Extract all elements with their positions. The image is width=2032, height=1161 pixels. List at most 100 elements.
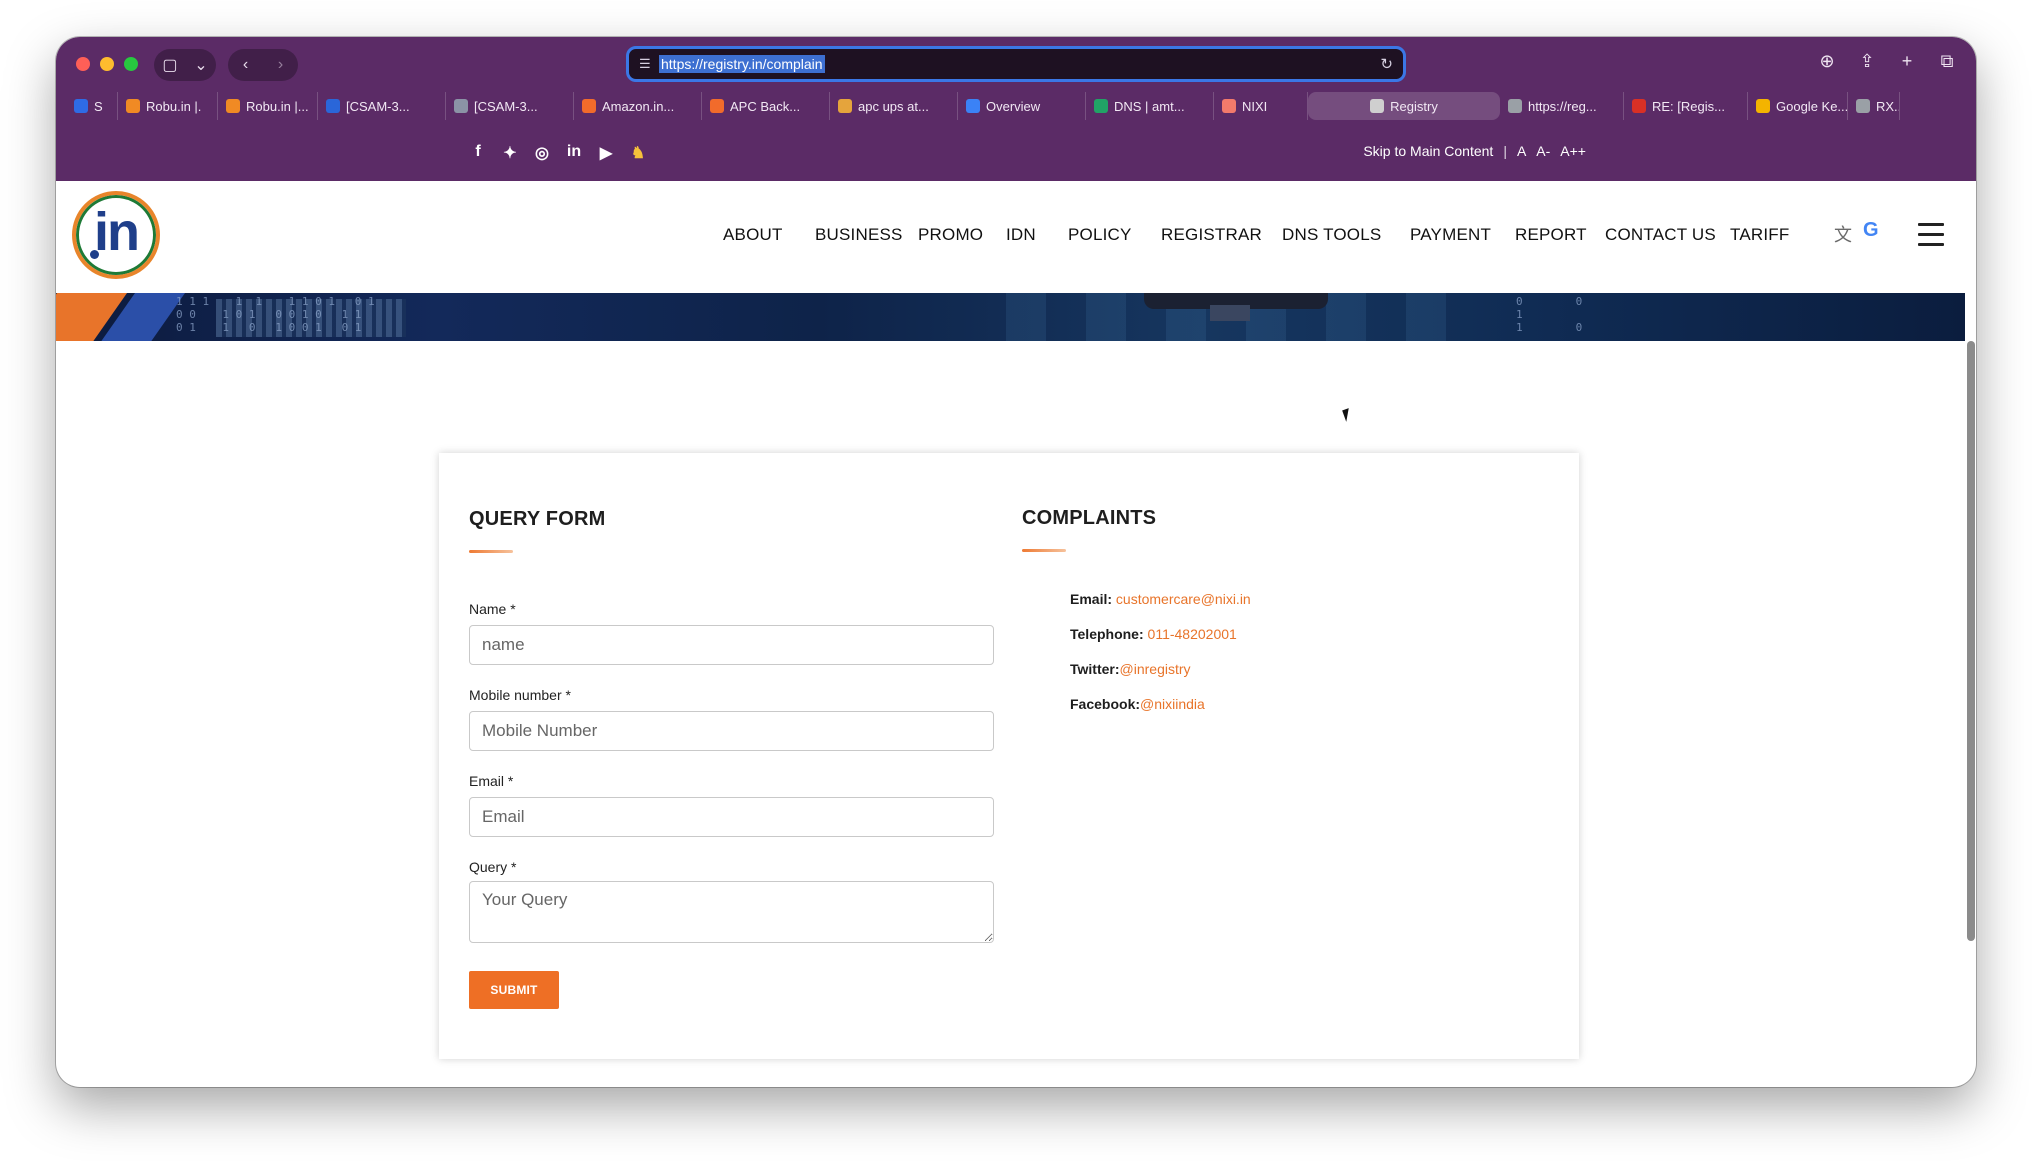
nav-about[interactable]: ABOUT <box>723 225 783 245</box>
forward-button[interactable]: › <box>278 56 283 74</box>
chevron-down-icon: ⌄ <box>194 57 208 74</box>
downloads-icon[interactable]: ⊕ <box>1816 51 1838 72</box>
skip-to-main-link[interactable]: Skip to Main Content <box>1363 143 1493 159</box>
browser-tab[interactable]: [CSAM-3... <box>318 92 446 120</box>
tab-favicon-icon <box>454 99 468 113</box>
social-links: f ✦ ◎ in ▶ ♞ <box>469 143 647 163</box>
sidebar-toggle-button[interactable]: ▢ ⌄ <box>154 49 216 81</box>
site-topbar: f ✦ ◎ in ▶ ♞ Skip to Main Content | A A-… <box>56 125 1976 181</box>
twitter-icon[interactable]: ✦ <box>501 143 519 163</box>
browser-tab[interactable]: https://reg... <box>1500 92 1624 120</box>
mobile-label: Mobile number * <box>469 687 571 703</box>
facebook-icon[interactable]: f <box>469 143 487 163</box>
browser-tab[interactable]: RE: [Regis... <box>1624 92 1748 120</box>
mobile-number-input[interactable] <box>469 711 994 751</box>
email-label: Email * <box>469 773 514 789</box>
google-translate-icon[interactable]: G <box>1863 219 1879 242</box>
complaint-twitter: Twitter:@inregistry <box>1070 661 1191 677</box>
nav-promo[interactable]: PROMO <box>918 225 983 245</box>
page-settings-icon[interactable]: ☰ <box>639 57 655 71</box>
main-nav: ABOUT BUSINESS PROMO IDN POLICY REGISTRA… <box>56 181 1976 293</box>
email-input[interactable] <box>469 797 994 837</box>
banner-binary-pattern-right: 0 0 1 1 0 <box>1516 295 1583 334</box>
tab-favicon-icon <box>1222 99 1236 113</box>
nav-tariff[interactable]: TARIFF <box>1730 225 1789 245</box>
mouse-cursor-icon <box>1342 408 1353 422</box>
tab-label: DNS | amt... <box>1114 98 1185 114</box>
tab-label: https://reg... <box>1528 98 1597 114</box>
email-link[interactable]: customercare@nixi.in <box>1116 591 1251 607</box>
browser-tab[interactable]: S <box>66 92 118 120</box>
new-tab-icon[interactable]: + <box>1896 51 1918 72</box>
browser-tab[interactable]: RX... <box>1848 92 1900 120</box>
share-icon[interactable]: ⇪ <box>1856 51 1878 72</box>
telephone-link[interactable]: 011-48202001 <box>1148 626 1237 642</box>
close-window-button[interactable] <box>76 57 90 71</box>
font-size-increase-link[interactable]: A++ <box>1560 143 1586 159</box>
tab-favicon-icon <box>226 99 240 113</box>
reload-icon[interactable]: ↻ <box>1380 55 1393 73</box>
nav-report[interactable]: REPORT <box>1515 225 1587 245</box>
name-input[interactable] <box>469 625 994 665</box>
scrollbar-thumb[interactable] <box>1967 341 1975 941</box>
font-size-decrease-link[interactable]: A- <box>1536 143 1550 159</box>
hero-banner-image: 1 1 1 1 1 1 1 0 1 0 1 0 0 1 0 1 0 0 1 0 … <box>56 293 1965 341</box>
browser-tab[interactable]: [CSAM-3... <box>446 92 574 120</box>
query-textarea[interactable] <box>469 881 994 943</box>
nav-registrar[interactable]: REGISTRAR <box>1161 225 1262 245</box>
site-header: in ABOUT BUSINESS PROMO IDN POLICY REGIS… <box>56 181 1976 293</box>
complaint-facebook: Facebook:@nixiindia <box>1070 696 1205 712</box>
nav-payment[interactable]: PAYMENT <box>1410 225 1491 245</box>
tab-favicon-icon <box>838 99 852 113</box>
browser-tab[interactable]: APC Back... <box>702 92 830 120</box>
window-controls <box>76 57 138 71</box>
menu-icon[interactable] <box>1918 223 1944 253</box>
banner-monitor <box>1144 293 1328 321</box>
tab-label: RE: [Regis... <box>1652 98 1725 114</box>
tab-favicon-icon <box>1632 99 1646 113</box>
tab-label: Amazon.in... <box>602 98 675 114</box>
browser-tab[interactable]: Registry <box>1308 92 1500 120</box>
nav-contact-us[interactable]: CONTACT US <box>1605 225 1716 245</box>
complaints-underline <box>1022 549 1066 552</box>
nav-policy[interactable]: POLICY <box>1068 225 1132 245</box>
email-key: Email: <box>1070 591 1113 607</box>
browser-tab[interactable]: Overview <box>958 92 1086 120</box>
facebook-link[interactable]: @nixiindia <box>1140 696 1205 712</box>
tab-bar: S Robu.in |. Robu.in |... [CSAM-3... [CSAM-3… <box>66 91 1966 121</box>
maximize-window-button[interactable] <box>124 57 138 71</box>
linkedin-icon[interactable]: in <box>565 143 583 163</box>
browser-tab[interactable]: NIXI <box>1214 92 1308 120</box>
browser-tab[interactable]: apc ups at... <box>830 92 958 120</box>
font-size-normal-link[interactable]: A <box>1517 143 1526 159</box>
tab-label: APC Back... <box>730 98 801 114</box>
twitter-key: Twitter: <box>1070 661 1120 677</box>
address-bar[interactable]: ☰ https://registry.in/complain ↻ <box>626 46 1406 82</box>
browser-window: ▢ ⌄ ‹ › ☰ https://registry.in/complain ↻… <box>56 37 1976 1087</box>
back-button[interactable]: ‹ <box>243 56 248 74</box>
nav-dns-tools[interactable]: DNS TOOLS <box>1282 225 1381 245</box>
tab-label: apc ups at... <box>858 98 929 114</box>
nav-business[interactable]: BUSINESS <box>815 225 903 245</box>
minimize-window-button[interactable] <box>100 57 114 71</box>
tab-label: [CSAM-3... <box>474 98 538 114</box>
browser-tab[interactable]: DNS | amt... <box>1086 92 1214 120</box>
youtube-icon[interactable]: ▶ <box>597 143 615 163</box>
query-complaint-card: QUERY FORM Name * Mobile number * Email … <box>439 453 1579 1059</box>
twitter-link[interactable]: @inregistry <box>1120 661 1191 677</box>
page-scrollbar[interactable] <box>1966 337 1976 941</box>
browser-tab[interactable]: Google Ke... <box>1748 92 1848 120</box>
submit-button[interactable]: SUBMIT <box>469 971 559 1009</box>
complaints-title: COMPLAINTS <box>1022 507 1157 529</box>
tab-label: NIXI <box>1242 98 1268 114</box>
nav-idn[interactable]: IDN <box>1006 225 1036 245</box>
browser-tab[interactable]: Amazon.in... <box>574 92 702 120</box>
koo-icon[interactable]: ♞ <box>629 143 647 163</box>
translate-icon[interactable]: 文 <box>1834 221 1852 247</box>
browser-tab[interactable]: Robu.in |. <box>118 92 218 120</box>
instagram-icon[interactable]: ◎ <box>533 143 551 163</box>
tab-favicon-icon <box>1756 99 1770 113</box>
url-text[interactable]: https://registry.in/complain <box>659 55 825 73</box>
browser-tab[interactable]: Robu.in |... <box>218 92 318 120</box>
tab-overview-icon[interactable]: ⧉ <box>1936 51 1958 72</box>
